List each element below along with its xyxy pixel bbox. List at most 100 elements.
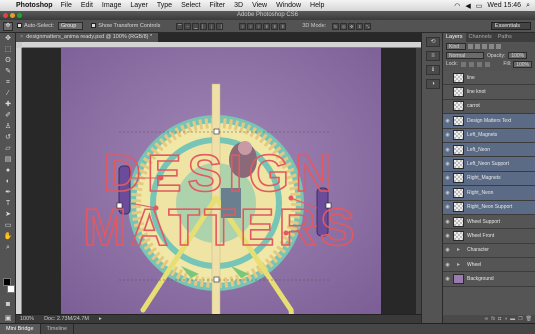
- marquee-icon[interactable]: ⬚: [2, 45, 14, 55]
- canvas[interactable]: DESIGN MATTERS: [61, 48, 381, 323]
- adjustment-layer-icon[interactable]: ◑: [504, 316, 507, 322]
- path-select-icon[interactable]: ➤: [2, 210, 14, 220]
- new-group-icon[interactable]: ▬: [510, 316, 515, 322]
- filter-shape-icon[interactable]: [489, 44, 495, 49]
- 3d-drag-icon[interactable]: ✥: [348, 22, 356, 30]
- visibility-eye-icon[interactable]: ◉: [443, 118, 452, 124]
- menu-view[interactable]: View: [252, 2, 267, 9]
- visibility-eye-icon[interactable]: ◉: [443, 175, 452, 181]
- workspace-switcher[interactable]: Essentials: [490, 22, 531, 30]
- menu-filter[interactable]: Filter: [210, 2, 226, 9]
- filter-smart-object-icon[interactable]: [496, 44, 502, 49]
- visibility-eye-icon[interactable]: ◉: [443, 233, 452, 239]
- distribute-left-icon[interactable]: ⦀: [263, 22, 271, 30]
- move-icon[interactable]: ✥: [2, 34, 14, 44]
- layer-row[interactable]: ◉ Wheel Front: [443, 229, 535, 244]
- auto-select-dropdown[interactable]: Group: [57, 22, 84, 30]
- adjustments-panel-icon[interactable]: ◑: [426, 79, 440, 89]
- add-mask-icon[interactable]: ◘: [498, 316, 501, 322]
- pen-icon[interactable]: ✒: [2, 188, 14, 198]
- blend-mode-dropdown[interactable]: Normal: [446, 52, 484, 59]
- gradient-icon[interactable]: ▤: [2, 155, 14, 165]
- layer-row[interactable]: ◉ ▸ Wheel: [443, 258, 535, 273]
- align-vcenter-icon[interactable]: ─: [184, 22, 192, 30]
- distribute-hcenter-icon[interactable]: ⦀: [271, 22, 279, 30]
- info-panel-icon[interactable]: ℹ: [426, 65, 440, 75]
- history-brush-icon[interactable]: ↺: [2, 133, 14, 143]
- crop-icon[interactable]: ⌗: [2, 78, 14, 88]
- zoom-window-icon[interactable]: [17, 13, 22, 18]
- lock-all-icon[interactable]: [484, 61, 490, 67]
- 3d-slide-icon[interactable]: ⇕: [356, 22, 364, 30]
- menu-file[interactable]: File: [61, 2, 72, 9]
- healing-icon[interactable]: ✚: [2, 100, 14, 110]
- menu-image[interactable]: Image: [102, 2, 121, 9]
- lock-pixels-icon[interactable]: [468, 61, 474, 67]
- eraser-icon[interactable]: ▱: [2, 144, 14, 154]
- tab-mini-bridge[interactable]: Mini Bridge: [0, 324, 41, 334]
- vertical-ruler[interactable]: [16, 48, 22, 323]
- align-left-icon[interactable]: ▏: [200, 22, 208, 30]
- background-color-swatch[interactable]: [7, 285, 15, 293]
- lasso-icon[interactable]: ʘ: [2, 56, 14, 66]
- close-tab-icon[interactable]: ×: [20, 34, 23, 40]
- align-bottom-icon[interactable]: ▁: [192, 22, 200, 30]
- app-menu[interactable]: Photoshop: [16, 2, 53, 9]
- lock-transparent-icon[interactable]: [460, 61, 466, 67]
- lock-position-icon[interactable]: [476, 61, 482, 67]
- menu-type[interactable]: Type: [157, 2, 172, 9]
- visibility-eye-icon[interactable]: ◉: [443, 161, 452, 167]
- transform-controls-checkbox[interactable]: [91, 23, 97, 29]
- layer-row[interactable]: ◉ Left_Magnets: [443, 128, 535, 143]
- distribute-top-icon[interactable]: ≡: [239, 22, 247, 30]
- filter-pixel-icon[interactable]: [468, 44, 474, 49]
- 3d-scale-icon[interactable]: ⤡: [364, 22, 372, 30]
- wifi-icon[interactable]: ◠: [454, 2, 460, 10]
- align-top-icon[interactable]: ▔: [176, 22, 184, 30]
- layer-row[interactable]: ◉ Design Matters Text: [443, 114, 535, 129]
- distribute-right-icon[interactable]: ⦀: [279, 22, 287, 30]
- document-tab[interactable]: × designmatters_anima ready.psd @ 100% (R…: [16, 33, 160, 42]
- layer-row[interactable]: carrot: [443, 100, 535, 115]
- zoom-icon[interactable]: ⌕: [2, 243, 14, 253]
- menu-select[interactable]: Select: [181, 2, 200, 9]
- layer-row[interactable]: line knot: [443, 85, 535, 100]
- layer-row[interactable]: ◉ Right_Neon Support: [443, 200, 535, 215]
- visibility-eye-icon[interactable]: ◉: [443, 219, 452, 225]
- blur-icon[interactable]: ●: [2, 166, 14, 176]
- visibility-eye-icon[interactable]: ◉: [443, 204, 452, 210]
- move-tool-preset-icon[interactable]: ✥: [3, 21, 13, 31]
- visibility-eye-icon[interactable]: ◉: [443, 147, 452, 153]
- align-right-icon[interactable]: ▕: [216, 22, 224, 30]
- layer-style-icon[interactable]: fx: [491, 316, 495, 322]
- delete-layer-icon[interactable]: 🗑: [526, 316, 532, 322]
- filter-type-icon[interactable]: [482, 44, 488, 49]
- filter-adjustment-icon[interactable]: [475, 44, 481, 49]
- opacity-field[interactable]: 100%: [508, 52, 528, 59]
- brush-icon[interactable]: ✐: [2, 111, 14, 121]
- align-hcenter-icon[interactable]: │: [208, 22, 216, 30]
- visibility-eye-icon[interactable]: ◉: [443, 190, 452, 196]
- distribute-bottom-icon[interactable]: ≡: [255, 22, 263, 30]
- layer-row[interactable]: ◉ Left_Neon Support: [443, 157, 535, 172]
- tab-timeline[interactable]: Timeline: [41, 324, 75, 334]
- menu-layer[interactable]: Layer: [130, 2, 148, 9]
- tab-channels[interactable]: Channels: [466, 33, 495, 42]
- shape-icon[interactable]: ▭: [2, 221, 14, 231]
- hand-icon[interactable]: ✋: [2, 232, 14, 242]
- layer-row[interactable]: ◉ Wheel Support: [443, 215, 535, 230]
- transform-controls-toggle[interactable]: Show Transform Controls: [91, 23, 160, 29]
- layer-filter-dropdown[interactable]: Kind: [446, 43, 467, 50]
- properties-panel-icon[interactable]: ≡: [426, 51, 440, 61]
- type-icon[interactable]: T: [2, 199, 14, 209]
- tab-layers[interactable]: Layers: [443, 33, 466, 42]
- visibility-eye-icon[interactable]: ◉: [443, 262, 452, 268]
- menu-edit[interactable]: Edit: [81, 2, 93, 9]
- tab-paths[interactable]: Paths: [495, 33, 515, 42]
- doc-size[interactable]: Doc: 2.73M/24.7M: [44, 315, 89, 323]
- quick-mask-icon[interactable]: ◙: [2, 300, 14, 310]
- dodge-icon[interactable]: ◐: [2, 177, 14, 187]
- visibility-eye-icon[interactable]: ◉: [443, 276, 452, 282]
- spotlight-search-icon[interactable]: ⌕: [526, 2, 530, 10]
- layer-row[interactable]: ◉ Right_Magnets: [443, 171, 535, 187]
